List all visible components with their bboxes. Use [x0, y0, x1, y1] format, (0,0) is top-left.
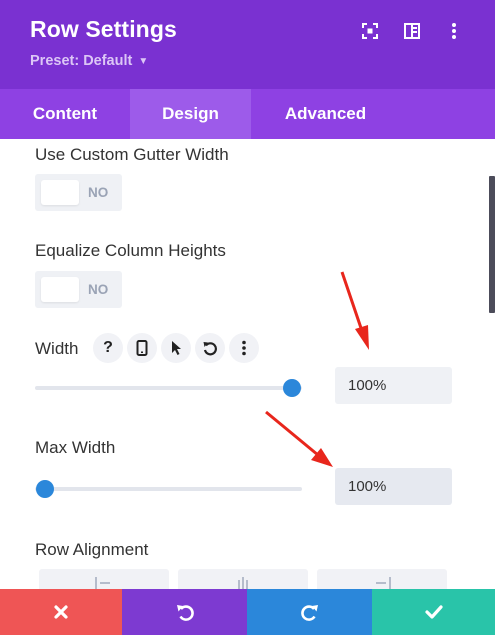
undo-icon [176, 605, 194, 621]
max-width-label: Max Width [35, 438, 116, 457]
width-input[interactable] [335, 367, 452, 404]
tab-advanced[interactable]: Advanced [251, 89, 400, 139]
preset-dropdown[interactable]: Preset: Default ▼ [30, 53, 148, 69]
align-right-icon [376, 577, 391, 589]
toggle-state: NO [88, 185, 109, 200]
width-option-icons: ? [93, 333, 259, 363]
preset-label: Preset: Default [30, 53, 133, 69]
tab-bar: Content Design Advanced [0, 89, 495, 139]
toggle-knob [41, 180, 79, 205]
width-slider-handle[interactable] [283, 379, 301, 397]
reset-icon[interactable] [195, 333, 225, 363]
align-left-icon [95, 577, 110, 589]
equalize-heights-toggle[interactable]: NO [35, 271, 122, 308]
equalize-heights-label: Equalize Column Heights [35, 241, 226, 260]
save-button[interactable] [372, 589, 495, 635]
check-icon [424, 605, 443, 619]
modal-title: Row Settings [30, 16, 177, 42]
gutter-width-toggle[interactable]: NO [35, 174, 122, 211]
max-width-slider-track[interactable] [35, 487, 302, 491]
max-width-slider-handle[interactable] [36, 480, 54, 498]
tab-design[interactable]: Design [130, 89, 251, 139]
header-icons [349, 20, 475, 42]
redo-button[interactable] [247, 589, 372, 635]
width-slider-track[interactable] [35, 386, 302, 390]
help-icon[interactable]: ? [93, 333, 123, 363]
caret-down-icon: ▼ [138, 55, 149, 67]
close-icon [54, 605, 68, 619]
undo-button[interactable] [122, 589, 247, 635]
toggle-knob [41, 277, 79, 302]
tab-content[interactable]: Content [0, 89, 130, 139]
split-view-icon[interactable] [391, 20, 433, 42]
discard-button[interactable] [0, 589, 122, 635]
scrollbar[interactable] [489, 176, 495, 313]
max-width-input[interactable] [335, 468, 452, 505]
annotation-arrow-max-width [265, 410, 333, 467]
annotation-arrow-width [340, 271, 369, 350]
hover-pointer-icon[interactable] [161, 333, 191, 363]
align-center-icon [238, 577, 248, 589]
responsive-phone-icon[interactable] [127, 333, 157, 363]
row-alignment-label: Row Alignment [35, 540, 149, 559]
toggle-state: NO [88, 282, 109, 297]
expand-icon[interactable] [349, 20, 391, 42]
width-label: Width [35, 339, 79, 358]
settings-header: Row Settings Preset: Default ▼ [0, 0, 495, 89]
gutter-width-label: Use Custom Gutter Width [35, 145, 229, 164]
more-vertical-icon[interactable] [433, 20, 475, 42]
more-icon[interactable] [229, 333, 259, 363]
footer-actions [0, 589, 495, 635]
redo-icon [300, 605, 318, 621]
